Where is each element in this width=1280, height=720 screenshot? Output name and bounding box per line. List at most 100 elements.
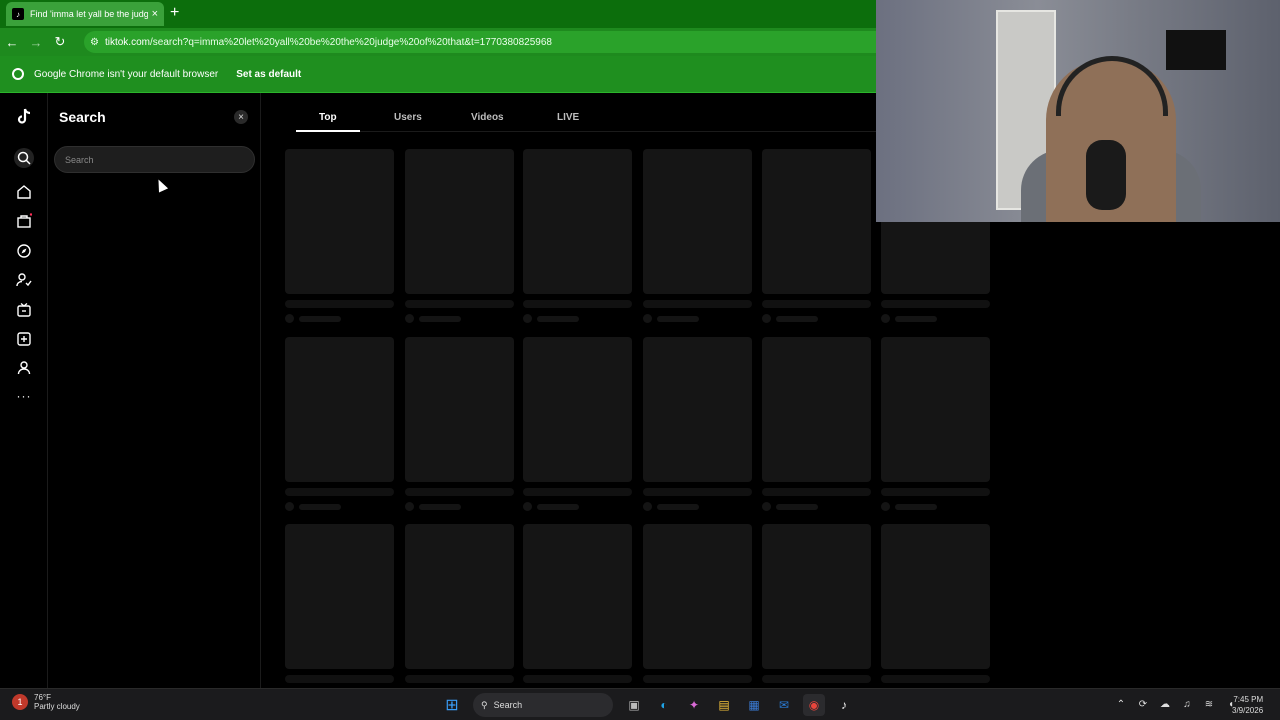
following-icon[interactable]	[14, 270, 34, 290]
chrome-icon	[12, 68, 24, 80]
address-bar[interactable]: ⚙ tiktok.com /search?q=imma%20let%20yall…	[84, 31, 876, 53]
skeleton-video-card	[643, 524, 752, 698]
skeleton-username	[657, 503, 699, 510]
search-icon[interactable]	[14, 148, 34, 168]
browser-toolbar: ← → ↻ ⚙ tiktok.com /search?q=imma%20let%…	[0, 28, 876, 56]
skeleton-video-card	[523, 337, 632, 511]
skeleton-thumbnail	[762, 149, 871, 294]
infobar-text: Google Chrome isn't your default browser	[34, 68, 219, 80]
webcam-headset	[1056, 56, 1168, 116]
forward-icon[interactable]: →	[24, 35, 48, 50]
skeleton-video-card	[643, 149, 752, 323]
chrome-icon[interactable]: ◉	[803, 694, 825, 716]
skeleton-caption	[881, 300, 990, 308]
windows-start-icon[interactable]: ⊞	[441, 694, 463, 716]
skeleton-video-card	[762, 337, 871, 511]
skeleton-caption	[405, 488, 514, 496]
url-domain: tiktok.com	[104, 36, 150, 48]
windows-taskbar: 1 76°F Partly cloudy ⊞ ⚲ Search ▣ ◐ ✦ ▤ …	[0, 688, 1280, 720]
cloud-icon[interactable]: ☁	[1158, 697, 1172, 711]
skeleton-video-card	[405, 149, 514, 323]
new-tab-button[interactable]: +	[170, 4, 179, 22]
skeleton-thumbnail	[523, 524, 632, 669]
microphone-icon[interactable]: ♫	[1180, 697, 1194, 711]
skeleton-avatar	[405, 314, 414, 323]
skeleton-username	[419, 503, 461, 510]
skeleton-thumbnail	[762, 524, 871, 669]
taskbar-apps: ⊞ ⚲ Search ▣ ◐ ✦ ▤ ▦ ✉ ◉ ♪	[437, 693, 859, 717]
skeleton-caption	[762, 300, 871, 308]
webcam-microphone	[1086, 140, 1126, 210]
system-tray: ⌃ ⟳ ☁ ♫ ≋ ◖	[1110, 697, 1242, 711]
explore-icon[interactable]	[14, 241, 34, 261]
skeleton-avatar	[285, 502, 294, 511]
set-as-default-button[interactable]: Set as default	[236, 65, 301, 84]
skeleton-username	[895, 315, 937, 322]
file-explorer-icon[interactable]: ▤	[713, 694, 735, 716]
tab-videos[interactable]: Videos	[471, 112, 504, 123]
skeleton-caption	[643, 300, 752, 308]
skeleton-caption	[523, 300, 632, 308]
skeleton-caption	[523, 675, 632, 683]
skeleton-avatar	[643, 314, 652, 323]
skeleton-username	[537, 315, 579, 322]
clock-date: 3/9/2026	[1232, 706, 1264, 715]
clock-time: 7:45 PM	[1233, 695, 1264, 704]
skeleton-meta	[405, 502, 514, 511]
wifi-icon[interactable]: ≋	[1202, 697, 1216, 711]
skeleton-avatar	[881, 502, 890, 511]
skeleton-caption	[405, 300, 514, 308]
skeleton-username	[895, 503, 937, 510]
shop-icon[interactable]	[14, 211, 34, 231]
edge-icon[interactable]: ◐	[653, 694, 675, 716]
reload-icon[interactable]: ↻	[48, 34, 72, 50]
copilot-icon[interactable]: ✦	[683, 694, 705, 716]
skeleton-avatar	[523, 314, 532, 323]
skeleton-meta	[881, 502, 990, 511]
skeleton-meta	[762, 502, 871, 511]
chevron-up-icon[interactable]: ⌃	[1114, 697, 1128, 711]
close-search-button[interactable]: ×	[234, 110, 248, 124]
skeleton-meta	[285, 502, 394, 511]
weather-widget[interactable]: 1 76°F Partly cloudy	[12, 693, 80, 711]
live-icon[interactable]	[14, 300, 34, 320]
outlook-icon[interactable]: ✉	[773, 694, 795, 716]
skeleton-username	[419, 315, 461, 322]
home-icon[interactable]	[14, 182, 34, 202]
skeleton-video-card	[285, 337, 394, 511]
clock[interactable]: 7:45 PM 3/9/2026	[1232, 694, 1263, 716]
tab-close-icon[interactable]: ×	[152, 8, 158, 20]
sync-icon[interactable]: ⟳	[1136, 697, 1150, 711]
webcam-overlay	[876, 0, 1280, 222]
more-icon[interactable]: ···	[14, 386, 34, 406]
weather-badge-icon: 1	[12, 694, 28, 710]
store-icon[interactable]: ▦	[743, 694, 765, 716]
taskbar-search[interactable]: ⚲ Search	[473, 693, 613, 717]
tiktok-logo-icon[interactable]	[14, 107, 34, 127]
skeleton-caption	[643, 675, 752, 683]
skeleton-thumbnail	[762, 337, 871, 482]
skeleton-avatar	[881, 314, 890, 323]
browser-tab[interactable]: ♪ Find 'imma let yall be the judge ×	[6, 2, 164, 26]
site-info-icon[interactable]: ⚙	[90, 37, 99, 48]
skeleton-meta	[881, 314, 990, 323]
task-view-icon[interactable]: ▣	[623, 694, 645, 716]
upload-icon[interactable]	[14, 329, 34, 349]
skeleton-username	[299, 503, 341, 510]
skeleton-thumbnail	[285, 524, 394, 669]
tab-title: Find 'imma let yall be the judge	[30, 9, 148, 19]
tab-live[interactable]: LIVE	[557, 112, 579, 123]
skeleton-video-card	[881, 524, 990, 698]
back-icon[interactable]: ←	[0, 35, 24, 50]
skeleton-caption	[643, 488, 752, 496]
search-input[interactable]	[54, 146, 255, 173]
tiktok-app-icon[interactable]: ♪	[833, 694, 855, 716]
skeleton-thumbnail	[643, 149, 752, 294]
skeleton-username	[776, 503, 818, 510]
skeleton-username	[537, 503, 579, 510]
tab-users[interactable]: Users	[394, 112, 422, 123]
profile-icon[interactable]	[14, 358, 34, 378]
skeleton-meta	[643, 502, 752, 511]
search-panel-title: Search	[59, 109, 106, 125]
tab-top[interactable]: Top	[319, 112, 337, 123]
